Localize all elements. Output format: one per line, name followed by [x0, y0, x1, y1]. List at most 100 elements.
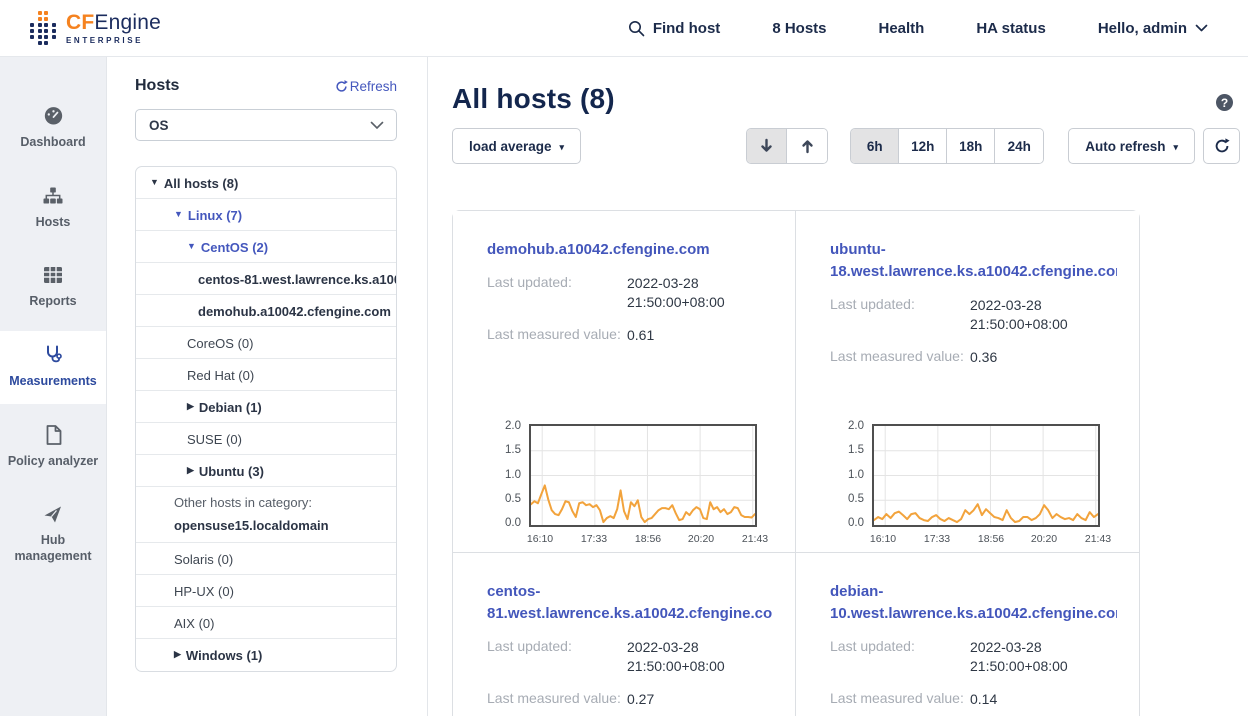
range-18h-button[interactable]: 18h — [947, 129, 995, 163]
tree-expand-icon: ▶ — [187, 401, 194, 412]
sidebar-item-label: Hub management — [4, 533, 102, 564]
refresh-button[interactable] — [1203, 128, 1240, 164]
os-filter-select[interactable]: OS — [135, 109, 397, 141]
rocket-icon — [42, 503, 64, 525]
brand-subtitle: ENTERPRISE — [66, 36, 161, 45]
tree-item-solaris[interactable]: Solaris (0) — [136, 543, 396, 575]
range-6h-button[interactable]: 6h — [851, 129, 899, 163]
sidebar-item-policy-analyzer[interactable]: Policy analyzer — [0, 411, 106, 484]
tree-item-host-centos-81[interactable]: centos-81.west.lawrence.ks.a10042.cfengi… — [136, 263, 396, 295]
refresh-label: Refresh — [350, 79, 397, 94]
toolbar: load average ▾ 6h 12h 18 — [452, 128, 1240, 164]
last-updated-value: 2022-03-2821:50:00+08:00 — [970, 296, 1117, 335]
last-updated-value: 2022-03-2821:50:00+08:00 — [970, 638, 1117, 677]
brand-engine: Engine — [94, 11, 161, 34]
user-menu[interactable]: Hello, admin — [1098, 20, 1208, 37]
host-link[interactable]: demohub.a10042.cfengine.com — [487, 239, 773, 261]
auto-refresh-label: Auto refresh — [1085, 139, 1165, 154]
tree-expand-icon: ▼ — [150, 177, 159, 187]
user-menu-label: Hello, admin — [1098, 20, 1187, 37]
dashboard-gauge-icon — [42, 104, 65, 127]
cfengine-logo-icon — [28, 10, 58, 46]
table-icon — [42, 264, 64, 286]
tree-item-label: CoreOS (0) — [187, 336, 253, 351]
sidebar-item-hosts[interactable]: Hosts — [0, 172, 106, 245]
last-updated-label: Last updated: — [830, 638, 970, 677]
tree-item-linux[interactable]: ▼Linux (7) — [136, 199, 396, 231]
nav-health[interactable]: Health — [879, 20, 925, 37]
last-measured-label: Last measured value: — [487, 326, 627, 346]
tree-item-label: HP-UX (0) — [174, 584, 234, 599]
tree-item-all-hosts[interactable]: ▼All hosts (8) — [136, 167, 396, 199]
tree-item-label: Windows (1) — [186, 648, 262, 663]
sidebar-item-dashboard[interactable]: Dashboard — [0, 91, 106, 165]
tree-item-host-opensuse15: opensuse15.localdomain — [174, 518, 396, 533]
auto-refresh-dropdown[interactable]: Auto refresh ▾ — [1068, 128, 1195, 164]
search-icon — [628, 20, 645, 37]
hosts-refresh-link[interactable]: Refresh — [335, 79, 397, 94]
tree-item-redhat[interactable]: Red Hat (0) — [136, 359, 396, 391]
sidebar-item-label: Dashboard — [20, 135, 85, 151]
host-link[interactable]: centos-81.west.lawrence.ks.a10042.cfengi… — [487, 581, 773, 625]
brand-cf: CF — [66, 11, 94, 34]
sidebar-item-measurements[interactable]: Measurements — [0, 331, 106, 404]
chart-plot — [529, 424, 757, 527]
sort-direction-group — [746, 128, 828, 164]
sort-ascending-button[interactable] — [787, 129, 827, 163]
time-range-group: 6h 12h 18h 24h — [850, 128, 1044, 164]
tree-item-debian[interactable]: ▶ Debian (1) — [136, 391, 396, 423]
range-12h-button[interactable]: 12h — [899, 129, 947, 163]
nav-ha-status[interactable]: HA status — [976, 20, 1045, 37]
last-measured-value: 0.27 — [627, 690, 773, 710]
last-measured-value: 0.61 — [627, 326, 773, 346]
tree-item-label: Debian (1) — [199, 400, 262, 415]
metric-dropdown[interactable]: load average ▾ — [452, 128, 581, 164]
hosts-filter-panel: Hosts Refresh OS ▼All hosts (8) ▼Linux (… — [107, 57, 428, 716]
cfengine-logo-text: CFEngine ENTERPRISE — [66, 12, 161, 45]
sidebar-item-reports[interactable]: Reports — [0, 251, 106, 324]
page-title: All hosts (8) — [452, 83, 615, 115]
host-link[interactable]: debian-10.west.lawrence.ks.a10042.cfengi… — [830, 581, 1117, 625]
tree-item-aix[interactable]: AIX (0) — [136, 607, 396, 639]
tree-item-hpux[interactable]: HP-UX (0) — [136, 575, 396, 607]
tree-item-label: demohub.a10042.cfengine.com — [198, 304, 391, 319]
arrow-down-icon — [759, 138, 774, 154]
last-measured-value: 0.14 — [970, 690, 1117, 710]
tree-item-other-hosts[interactable]: Other hosts in category: opensuse15.loca… — [136, 487, 396, 543]
host-tree: ▼All hosts (8) ▼Linux (7) ▼CentOS (2) ce… — [135, 166, 397, 672]
tree-item-label: Solaris (0) — [174, 552, 233, 567]
find-host-label: Find host — [653, 20, 721, 37]
chart-x-axis: 16:1017:3318:5620:2021:43 — [529, 533, 757, 550]
tree-item-label: CentOS (2) — [201, 240, 268, 255]
tree-item-suse[interactable]: SUSE (0) — [136, 423, 396, 455]
other-hosts-caption: Other hosts in category: — [174, 495, 396, 510]
sidebar-item-hub-management[interactable]: Hub management — [0, 490, 106, 578]
sitemap-icon — [42, 185, 64, 207]
tree-item-ubuntu[interactable]: ▶Ubuntu (3) — [136, 455, 396, 487]
arrow-up-icon — [800, 138, 815, 154]
sidebar-item-label: Policy analyzer — [8, 454, 98, 470]
caret-down-icon: ▾ — [560, 142, 565, 153]
document-icon — [43, 424, 64, 446]
tree-item-centos[interactable]: ▼CentOS (2) — [136, 231, 396, 263]
os-filter-value: OS — [149, 118, 169, 133]
tree-item-coreos[interactable]: CoreOS (0) — [136, 327, 396, 359]
tree-item-label: Ubuntu (3) — [199, 464, 264, 479]
tree-item-label: Red Hat (0) — [187, 368, 254, 383]
last-measured-label: Last measured value: — [830, 690, 970, 710]
tree-item-windows[interactable]: ▶ Windows (1) — [136, 639, 396, 671]
host-link[interactable]: ubuntu-18.west.lawrence.ks.a10042.cfengi… — [830, 239, 1117, 283]
metric-dropdown-label: load average — [469, 139, 552, 154]
last-updated-label: Last updated: — [830, 296, 970, 335]
sidebar-item-label: Hosts — [36, 215, 71, 231]
host-card-ubuntu-18: ubuntu-18.west.lawrence.ks.a10042.cfengi… — [796, 211, 1139, 552]
tree-expand-icon: ▼ — [174, 209, 183, 219]
range-24h-button[interactable]: 24h — [995, 129, 1043, 163]
sort-descending-button[interactable] — [747, 129, 787, 163]
find-host-search[interactable]: Find host — [628, 20, 721, 37]
nav-hosts-count[interactable]: 8 Hosts — [772, 20, 826, 37]
tree-expand-icon: ▶ — [174, 649, 181, 660]
cfengine-logo[interactable]: CFEngine ENTERPRISE — [28, 10, 161, 46]
tree-item-host-demohub[interactable]: demohub.a10042.cfengine.com — [136, 295, 396, 327]
help-icon[interactable]: ? — [1216, 94, 1233, 111]
